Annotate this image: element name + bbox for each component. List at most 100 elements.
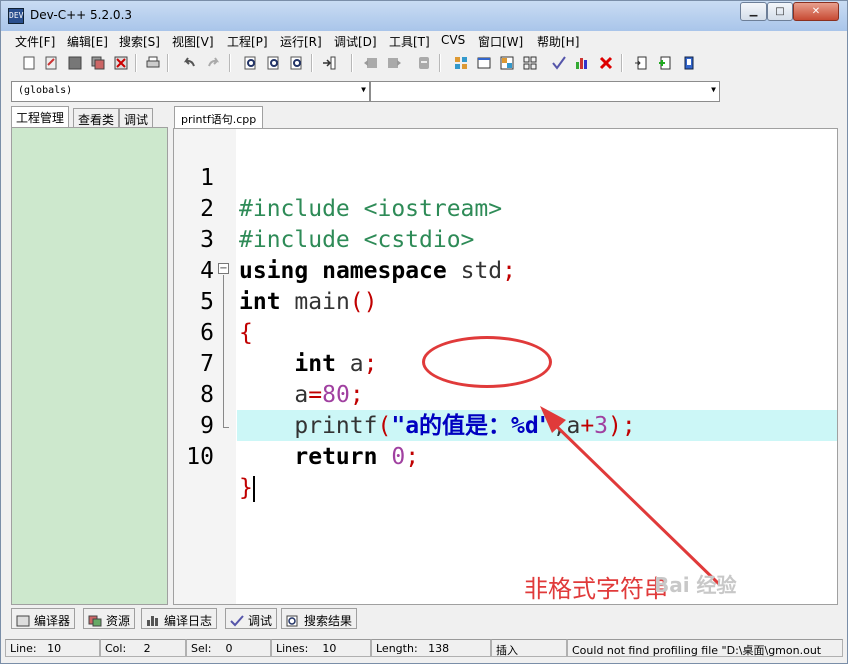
check-icon (552, 56, 566, 70)
tab-compiler[interactable]: 编译器 (11, 608, 76, 629)
keyword: return (294, 444, 378, 470)
compile-run-button[interactable] (497, 53, 517, 73)
maximize-button[interactable]: □ (767, 2, 793, 21)
search-icon (286, 615, 298, 627)
rebuild-icon (523, 56, 537, 70)
check-syntax-button[interactable] (549, 53, 569, 73)
title-bar: DEV Dev-C++ 5.2.0.3 ▁ □ ✕ (1, 1, 847, 31)
add-to-project-button[interactable] (361, 53, 381, 73)
tab-resources[interactable]: 资源 (83, 608, 136, 629)
editor-file-tab[interactable]: printf语句.cpp (174, 106, 264, 128)
code-line: 1 #include <iostream> (174, 132, 837, 222)
find-next-button[interactable] (287, 53, 307, 73)
dropdown-arrow-icon: ▼ (361, 85, 366, 94)
tab-label: 搜索结果 (304, 614, 353, 628)
menu-run[interactable]: 运行[R] (280, 33, 322, 50)
menu-edit[interactable]: 编辑[E] (67, 33, 108, 50)
status-length-value: 138 (428, 642, 450, 655)
menu-cvs[interactable]: CVS (441, 33, 465, 47)
add-watch-icon (659, 56, 671, 70)
tab-label: 资源 (106, 614, 131, 628)
close-button[interactable]: ✕ (793, 2, 839, 21)
toolbar-separator (351, 54, 353, 72)
menu-debug[interactable]: 调试[D] (334, 33, 377, 50)
undo-button[interactable] (179, 53, 199, 73)
status-sel-value: 0 (225, 642, 233, 655)
tab-search-results[interactable]: 搜索结果 (281, 608, 358, 629)
goto-line-button[interactable] (319, 53, 339, 73)
status-line: Line: 10 (5, 639, 100, 657)
rebuild-button[interactable] (520, 53, 540, 73)
project-panel (11, 127, 168, 605)
compiler-icon (16, 615, 30, 627)
status-lines: Lines: 10 (271, 639, 371, 657)
annotation-circle (422, 336, 552, 388)
close-file-icon (114, 56, 128, 70)
function-select[interactable]: ▼ (370, 81, 720, 102)
menu-project[interactable]: 工程[P] (227, 33, 268, 50)
remove-from-project-button[interactable] (384, 53, 404, 73)
symbol: } (239, 475, 253, 501)
compile-button[interactable] (451, 53, 471, 73)
add-watch-button[interactable] (655, 53, 675, 73)
new-file-icon (23, 56, 35, 70)
code-line: 4 int main() (174, 225, 837, 315)
run-button[interactable] (474, 53, 494, 73)
symbol: ; (405, 444, 420, 470)
debug-button[interactable] (631, 53, 651, 73)
scope-select[interactable]: (globals) ▼ (11, 81, 370, 102)
save-all-button[interactable] (88, 53, 108, 73)
code-line: 6 int a; (174, 287, 837, 377)
print-button[interactable] (143, 53, 163, 73)
code-editor[interactable]: − 1 #include <iostream> 2 #include <cstd… (173, 128, 838, 605)
compile-run-icon (500, 56, 514, 70)
status-bar: Line: 10 Col: 2 Sel: 0 Lines: 10 Length:… (5, 637, 843, 659)
menu-file[interactable]: 文件[F] (15, 33, 55, 50)
number: 0 (391, 444, 406, 470)
line-text: } (239, 473, 255, 504)
tab-class-browser[interactable]: 查看类 (73, 108, 120, 128)
check-icon (230, 615, 244, 627)
status-message: Could not find profiling file "D:\桌面\gmo… (567, 639, 843, 657)
tab-project-manager[interactable]: 工程管理 (11, 106, 70, 128)
find-button[interactable] (241, 53, 261, 73)
tab-label: 编译日志 (164, 614, 213, 628)
toolbar-separator (135, 54, 137, 72)
toolbar-separator (439, 54, 441, 72)
replace-icon (267, 56, 279, 70)
code-line: 10 } (174, 411, 837, 502)
tab-label: 调试 (248, 614, 273, 628)
minimize-button[interactable]: ▁ (740, 2, 767, 21)
resources-icon (88, 615, 102, 627)
remove-from-project-icon (388, 58, 401, 68)
menu-tools[interactable]: 工具[T] (389, 33, 430, 50)
tab-debug-output[interactable]: 调试 (225, 608, 278, 629)
save-button[interactable] (65, 53, 85, 73)
delete-profile-button[interactable] (596, 53, 616, 73)
status-sel: Sel: 0 (186, 639, 271, 657)
stop-debug-icon (684, 56, 694, 70)
profile-button[interactable] (572, 53, 592, 73)
stop-debug-button[interactable] (679, 53, 699, 73)
menu-window[interactable]: 窗口[W] (478, 33, 523, 50)
status-col-label: Col: (105, 642, 127, 655)
close-file-button[interactable] (111, 53, 131, 73)
new-file-button[interactable] (19, 53, 39, 73)
replace-button[interactable] (264, 53, 284, 73)
menu-search[interactable]: 搜索[S] (119, 33, 160, 50)
goto-line-icon (323, 56, 336, 70)
project-options-button[interactable] (414, 53, 434, 73)
status-insert-mode: 插入 (491, 639, 567, 657)
tab-debug[interactable]: 调试 (119, 108, 154, 128)
toolbar-separator (311, 54, 313, 72)
status-col-value: 2 (143, 642, 151, 655)
menu-view[interactable]: 视图[V] (172, 33, 214, 50)
tab-compile-log[interactable]: 编译日志 (141, 608, 218, 629)
open-icon (45, 56, 57, 70)
open-button[interactable] (41, 53, 61, 73)
redo-button[interactable] (204, 53, 224, 73)
find-icon (244, 56, 256, 70)
redo-icon (208, 57, 220, 67)
tab-label: 编译器 (34, 614, 71, 628)
menu-help[interactable]: 帮助[H] (537, 33, 579, 50)
